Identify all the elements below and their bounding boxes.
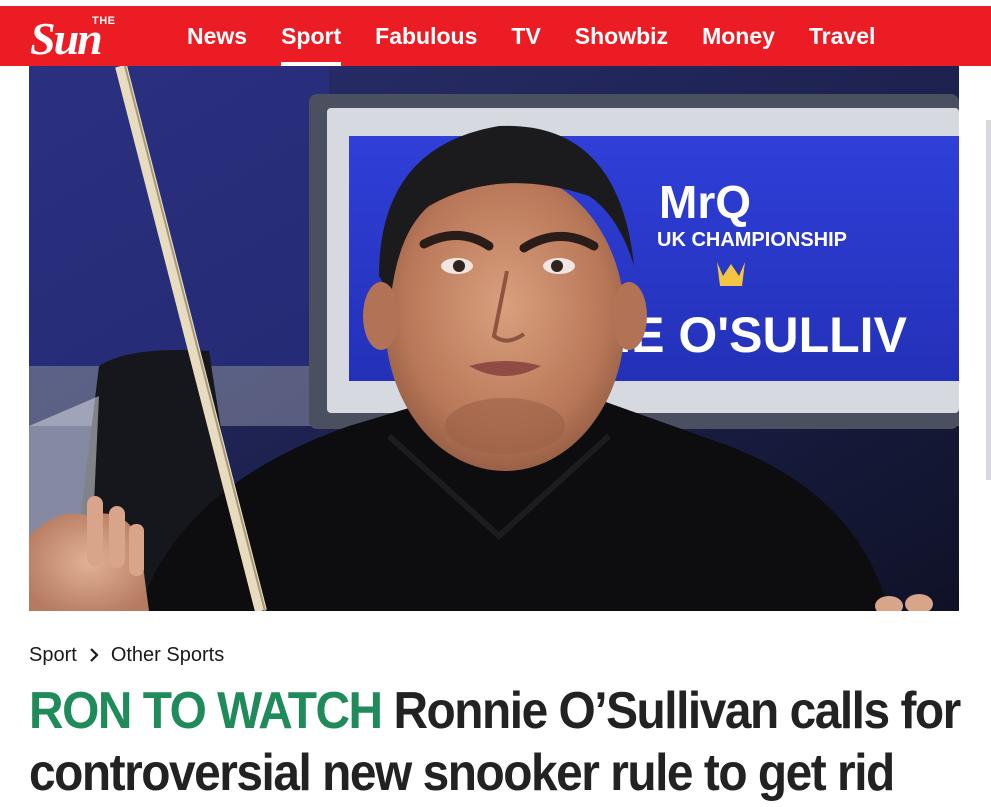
logo-word: Sun bbox=[30, 13, 103, 64]
nav-item-sport[interactable]: Sport bbox=[264, 6, 358, 66]
headline-text-1: Ronnie O’Sullivan calls for bbox=[393, 682, 961, 740]
nav-item-tv[interactable]: TV bbox=[494, 6, 557, 66]
main-nav: News Sport Fabulous TV Showbiz Money Tra… bbox=[170, 6, 892, 66]
headline-line-1: RON TO WATCH Ronnie O’Sullivan calls for bbox=[29, 680, 961, 742]
article-headline: RON TO WATCH Ronnie O’Sullivan calls for… bbox=[29, 680, 961, 804]
nav-item-news[interactable]: News bbox=[170, 6, 264, 66]
top-nav-bar: Sun THE News Sport Fabulous TV Showbiz M… bbox=[0, 6, 991, 66]
sign-brand: MrQ bbox=[659, 176, 751, 228]
hero-image[interactable]: MrQ UK CHAMPIONSHIP NE O'SULLIV bbox=[29, 66, 959, 611]
headline-kicker: RON TO WATCH bbox=[29, 682, 394, 740]
nav-item-money[interactable]: Money bbox=[685, 6, 792, 66]
breadcrumb-sport[interactable]: Sport bbox=[29, 644, 77, 667]
breadcrumb: Sport Other Sports bbox=[29, 642, 224, 668]
breadcrumb-other-sports[interactable]: Other Sports bbox=[111, 644, 224, 667]
nav-item-fabulous[interactable]: Fabulous bbox=[358, 6, 494, 66]
logo-the: THE bbox=[92, 15, 116, 27]
hero-illustration: MrQ UK CHAMPIONSHIP NE O'SULLIV bbox=[29, 66, 959, 611]
the-sun-logo[interactable]: Sun THE bbox=[30, 13, 162, 64]
page: Sun THE News Sport Fabulous TV Showbiz M… bbox=[0, 0, 991, 807]
adjacent-slide-edge bbox=[986, 120, 991, 480]
headline-text-2: controversial new snooker rule to get ri… bbox=[29, 744, 895, 802]
chevron-right-icon bbox=[90, 648, 99, 662]
sign-event: UK CHAMPIONSHIP bbox=[657, 229, 847, 251]
nav-item-showbiz[interactable]: Showbiz bbox=[558, 6, 685, 66]
nav-item-travel[interactable]: Travel bbox=[792, 6, 893, 66]
